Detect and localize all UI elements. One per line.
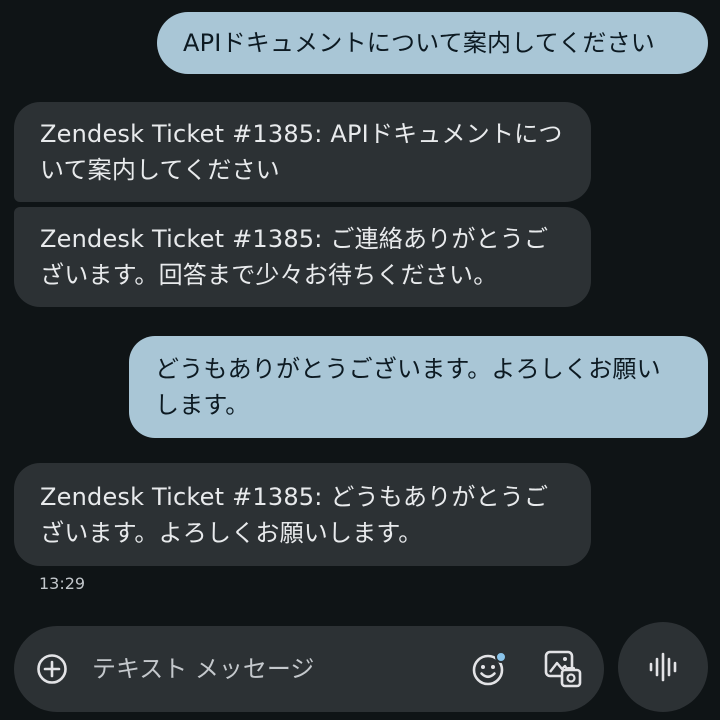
gallery-button[interactable] xyxy=(542,648,584,690)
voice-message-button[interactable] xyxy=(618,622,708,712)
emoji-button[interactable] xyxy=(470,649,510,689)
message-text: Zendesk Ticket #1385: どうもありがとうございます。よろしく… xyxy=(40,483,549,547)
message-timestamp: 13:29 xyxy=(39,574,86,593)
message-input[interactable] xyxy=(92,646,422,692)
outgoing-message-bubble[interactable]: APIドキュメントについて案内してください xyxy=(157,12,708,74)
incoming-message-bubble[interactable]: Zendesk Ticket #1385: ご連絡ありがとうございます。回答まで… xyxy=(14,207,591,307)
incoming-message-bubble[interactable]: Zendesk Ticket #1385: どうもありがとうございます。よろしく… xyxy=(14,463,591,566)
incoming-message-bubble[interactable]: Zendesk Ticket #1385: APIドキュメントについて案内してく… xyxy=(14,102,591,202)
message-text: Zendesk Ticket #1385: APIドキュメントについて案内してく… xyxy=(40,120,563,184)
emoji-icon xyxy=(472,651,507,686)
add-circle-icon xyxy=(37,654,67,684)
message-text: Zendesk Ticket #1385: ご連絡ありがとうございます。回答まで… xyxy=(40,225,549,289)
messaging-screen: APIドキュメントについて案内してください Zendesk Ticket #13… xyxy=(0,0,720,720)
gallery-icon xyxy=(544,650,582,688)
voice-waveform-icon xyxy=(649,652,677,682)
add-attachment-button[interactable] xyxy=(36,653,68,685)
message-text: どうもありがとうございます。よろしくお願いします。 xyxy=(155,355,661,419)
message-text: APIドキュメントについて案内してください xyxy=(183,29,656,57)
compose-bar xyxy=(14,626,604,712)
outgoing-message-bubble[interactable]: どうもありがとうございます。よろしくお願いします。 xyxy=(129,336,708,438)
